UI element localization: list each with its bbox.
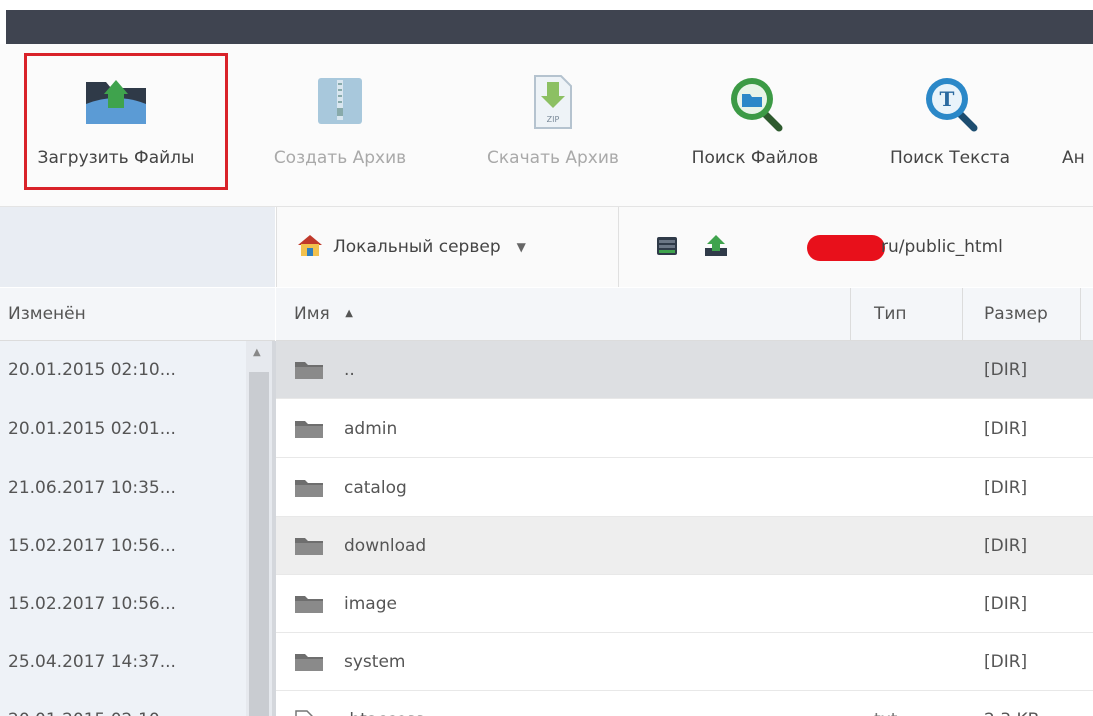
file-name: catalog — [344, 478, 407, 498]
left-pane-column-header[interactable]: Изменён — [0, 288, 275, 341]
download-archive-label: Скачать Архив — [487, 148, 619, 168]
redacted-domain — [807, 235, 885, 261]
text-search-icon: T — [922, 74, 978, 136]
file-size: [DIR] — [984, 478, 1028, 498]
file-search-label: Поиск Файлов — [691, 148, 819, 168]
file-search-icon — [727, 74, 783, 136]
text-search-label: Поиск Текста — [889, 148, 1011, 168]
folder-icon — [294, 419, 324, 443]
download-archive-button[interactable]: ZIP Скачать Архив — [448, 44, 658, 204]
file-type: txt — [874, 691, 897, 716]
archive-icon — [314, 74, 366, 132]
svg-text:T: T — [940, 87, 955, 111]
chevron-down-icon: ▼ — [516, 240, 526, 254]
name-column-label: Имя — [294, 304, 330, 324]
file-name: .htaccess — [344, 691, 424, 716]
name-column-header[interactable]: Имя ▲ — [294, 288, 353, 340]
server-drive-icon[interactable] — [655, 234, 679, 262]
table-row[interactable]: download [DIR] — [276, 517, 1093, 575]
upload-arrow-icon[interactable] — [703, 234, 729, 262]
titlebar-fill — [6, 10, 1093, 44]
highlight-box — [24, 53, 228, 190]
path-bar: Локальный сервер ▼ ru/public_html — [276, 207, 1093, 287]
analytics-label: Ан — [1062, 148, 1085, 168]
file-list: .. [DIR] admin [DIR] catalog [DIR] downl… — [276, 341, 1093, 716]
file-name: admin — [344, 419, 398, 439]
left-pane-list: 20.01.2015 02:10... 20.01.2015 02:01... … — [0, 341, 275, 716]
text-search-button[interactable]: T Поиск Текста — [860, 44, 1040, 204]
list-item[interactable]: 15.02.2017 10:56... — [0, 575, 245, 633]
table-row[interactable]: admin [DIR] — [276, 400, 1093, 458]
scrollbar-thumb[interactable] — [249, 372, 269, 716]
file-name: system — [344, 652, 406, 672]
server-dropdown[interactable]: Локальный сервер ▼ — [297, 232, 526, 262]
file-icon — [294, 710, 314, 716]
folder-icon — [294, 536, 324, 560]
table-row[interactable]: .htaccess txt 2.3 KB — [276, 691, 1093, 716]
server-label: Локальный сервер — [333, 237, 501, 257]
analytics-button[interactable]: Ан — [1062, 44, 1093, 204]
sort-ascending-icon: ▲ — [345, 308, 353, 319]
folder-icon — [294, 360, 324, 384]
column-divider — [962, 288, 963, 340]
svg-text:ZIP: ZIP — [547, 115, 560, 124]
folder-icon — [294, 478, 324, 502]
table-row[interactable]: catalog [DIR] — [276, 459, 1093, 517]
table-row[interactable]: system [DIR] — [276, 633, 1093, 691]
zip-download-icon: ZIP — [529, 74, 577, 134]
list-item[interactable]: 20.01.2015 02:10... — [0, 341, 245, 399]
scroll-up-icon[interactable]: ▲ — [253, 347, 261, 358]
folder-icon — [294, 652, 324, 676]
file-name: .. — [344, 360, 355, 380]
current-path: ru/public_html — [881, 237, 1003, 257]
file-list-header: Имя ▲ Тип Размер — [276, 288, 1093, 341]
file-name: download — [344, 536, 427, 556]
file-size: [DIR] — [984, 652, 1028, 672]
list-item[interactable]: 20.01.2015 02:10... — [0, 691, 245, 716]
column-divider — [850, 288, 851, 340]
window-titlebar — [0, 0, 1093, 44]
table-row[interactable]: image [DIR] — [276, 575, 1093, 633]
file-size: [DIR] — [984, 594, 1028, 614]
list-item[interactable]: 25.04.2017 14:37... — [0, 633, 245, 691]
file-size: 2.3 KB — [984, 691, 1039, 716]
column-divider — [1080, 288, 1081, 340]
type-column-header[interactable]: Тип — [874, 288, 907, 340]
list-item[interactable]: 15.02.2017 10:56... — [0, 517, 245, 575]
folder-icon — [294, 594, 324, 618]
file-size: [DIR] — [984, 536, 1028, 556]
list-item[interactable]: 21.06.2017 10:35... — [0, 459, 245, 517]
create-archive-label: Создать Архив — [273, 148, 407, 168]
home-icon — [297, 233, 323, 262]
modified-column-header[interactable]: Изменён — [8, 288, 86, 340]
create-archive-button[interactable]: Создать Архив — [240, 44, 440, 204]
file-search-button[interactable]: Поиск Файлов — [664, 44, 846, 204]
size-column-header[interactable]: Размер — [984, 288, 1048, 340]
path-separator — [618, 207, 619, 287]
file-name: image — [344, 594, 397, 614]
left-pane-header — [0, 207, 275, 287]
file-size: [DIR] — [984, 360, 1028, 380]
table-row[interactable]: .. [DIR] — [276, 341, 1093, 399]
file-size: [DIR] — [984, 419, 1028, 439]
list-item[interactable]: 20.01.2015 02:01... — [0, 400, 245, 458]
